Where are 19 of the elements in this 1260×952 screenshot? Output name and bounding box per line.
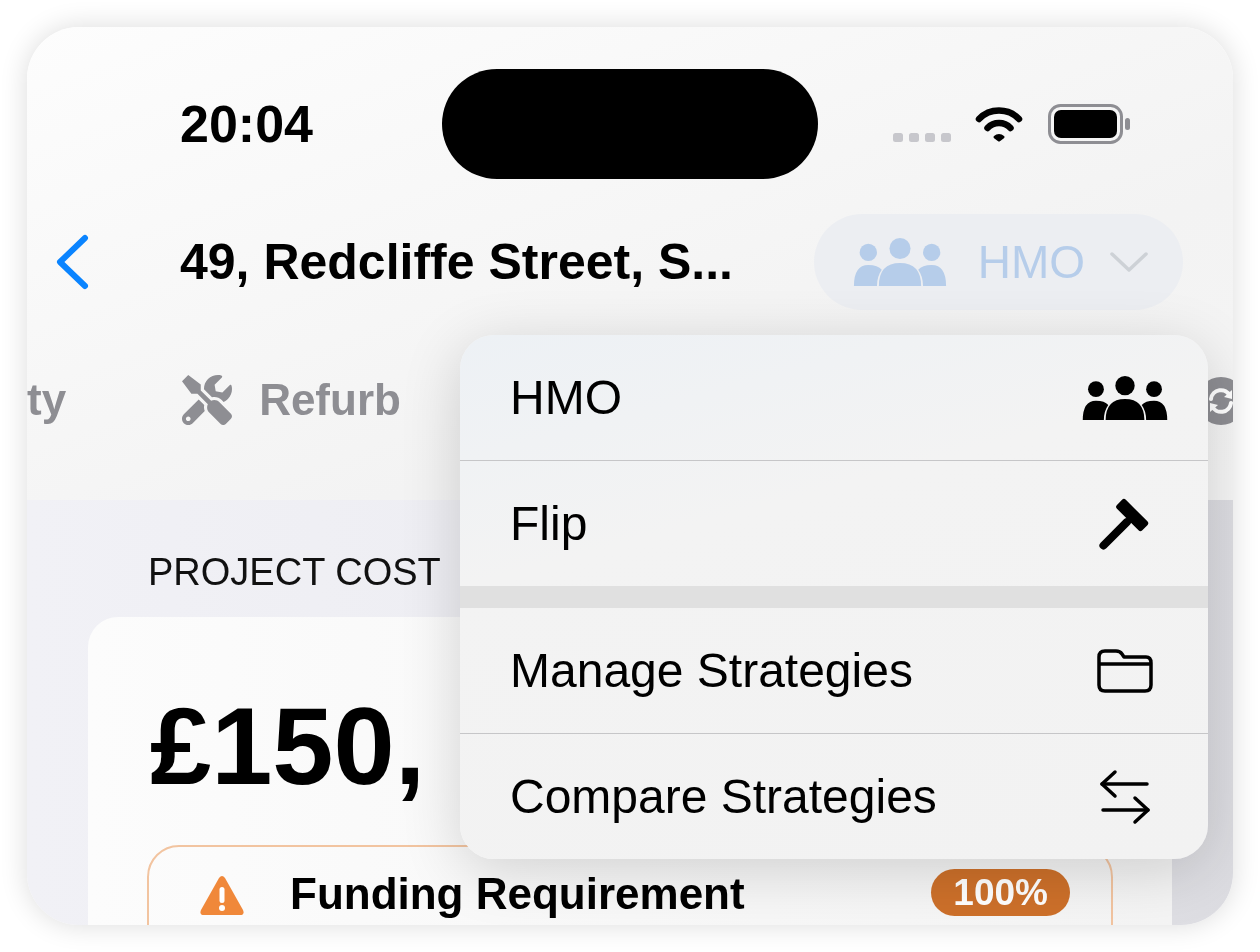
swap-arrows-icon <box>1099 768 1151 825</box>
menu-item[interactable]: Manage Strategies <box>460 608 1208 733</box>
alert-title: Funding Requirement <box>290 872 745 916</box>
section-heading: PROJECT COST <box>148 552 441 592</box>
battery-icon <box>1048 104 1130 144</box>
chevron-down-icon <box>1110 252 1148 272</box>
wifi-icon <box>974 105 1024 143</box>
back-chevron-icon[interactable] <box>55 234 89 290</box>
folder-icon <box>1096 648 1154 693</box>
menu-item[interactable]: Flip <box>460 461 1208 586</box>
tools-icon <box>181 374 234 426</box>
project-cost-amount: £150, <box>150 691 426 801</box>
page-title: 49, Redcliffe Street, S... <box>180 237 733 287</box>
warning-icon <box>200 875 244 915</box>
menu-item[interactable]: Compare Strategies <box>460 734 1208 859</box>
signal-icon <box>893 132 951 142</box>
menu-item[interactable]: HMO <box>460 335 1208 460</box>
status-time: 20:04 <box>180 98 313 150</box>
percentage-badge: 100% <box>931 869 1070 916</box>
